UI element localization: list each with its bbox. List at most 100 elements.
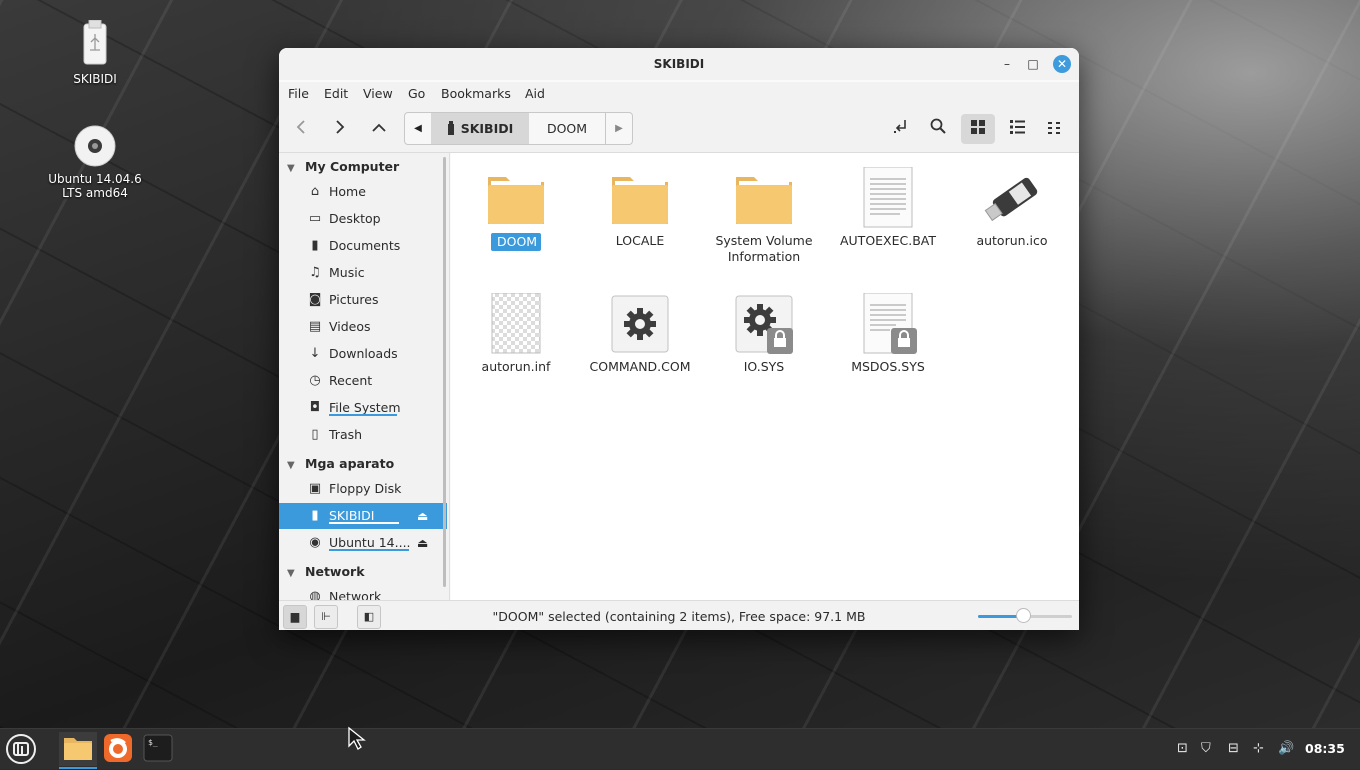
compact-view-button[interactable] xyxy=(1039,114,1071,144)
firefox-icon xyxy=(104,734,132,762)
sidebar-item-label: Videos xyxy=(329,319,371,334)
file-view: DOOM LOCALE System Volume Information AUT… xyxy=(451,153,1079,600)
text-file-icon xyxy=(863,167,913,228)
folder-icon xyxy=(488,177,544,224)
sidebar-section-network[interactable]: ▼ Network xyxy=(287,564,365,579)
toolbar: ◀ SKIBIDI DOOM ▶ xyxy=(279,106,1079,153)
back-button[interactable] xyxy=(285,114,317,144)
sidebar-item-trash[interactable]: ▯ Trash xyxy=(279,422,447,448)
executable-locked-icon xyxy=(735,295,793,354)
sidebar-section-devices[interactable]: ▼ Mga aparato xyxy=(287,456,394,471)
volume-icon[interactable]: 🔊 xyxy=(1278,741,1294,756)
chevron-down-icon: ▼ xyxy=(287,568,295,579)
folder-icon xyxy=(736,177,792,224)
active-indicator xyxy=(59,767,97,769)
sidebar-scrollbar[interactable] xyxy=(443,157,446,587)
usb-drive-icon xyxy=(83,20,107,65)
sidebar-item-recent[interactable]: ◷ Recent xyxy=(279,368,447,394)
executable-gear-icon xyxy=(611,295,669,353)
menu-bookmarks[interactable]: Bookmarks xyxy=(441,86,511,101)
menu-view[interactable]: View xyxy=(363,86,393,101)
menu-icon xyxy=(6,734,36,764)
sidebar-item-music[interactable]: ♫ Music xyxy=(279,260,447,286)
sidebar-item-file-system[interactable]: ◘ File System xyxy=(279,395,447,421)
clock[interactable]: 08:35 xyxy=(1305,741,1345,756)
open-in-terminal-button[interactable] xyxy=(885,114,917,144)
forward-icon xyxy=(336,120,345,134)
sidebar-item-home[interactable]: ⌂ Home xyxy=(279,179,447,205)
sidebar-section-my-computer[interactable]: ▼ My Computer xyxy=(287,159,399,174)
menu-aid[interactable]: Aid xyxy=(525,86,545,101)
taskbar-firefox-button[interactable] xyxy=(99,732,137,766)
sidebar-item-downloads[interactable]: ↓ Downloads xyxy=(279,341,447,367)
optical-disc-icon xyxy=(74,125,116,167)
path-scroll-right-icon[interactable]: ▶ xyxy=(606,113,632,144)
file-name: AUTOEXEC.BAT xyxy=(839,233,937,248)
optical-disc-icon: ◉ xyxy=(309,535,321,550)
keyboard-indicator-icon[interactable]: ⊡ xyxy=(1177,741,1188,756)
shield-icon[interactable]: ⛉ xyxy=(1201,741,1211,756)
taskbar-terminal-button[interactable]: $_ xyxy=(139,732,177,766)
sidebar-item-documents[interactable]: ▮ Documents xyxy=(279,233,447,259)
icon-view-button[interactable] xyxy=(961,114,995,144)
chevron-down-icon: ▼ xyxy=(287,460,295,471)
usage-bar xyxy=(329,549,409,551)
menu-edit[interactable]: Edit xyxy=(324,86,348,101)
sidebar-section-title: Network xyxy=(305,564,365,579)
sidebar-item-ubuntu[interactable]: ◉ Ubuntu 14.... ⏏ xyxy=(279,530,447,556)
path-scroll-left-icon[interactable]: ◀ xyxy=(405,113,432,144)
sidebar-item-label: Trash xyxy=(329,427,363,442)
usage-bar xyxy=(329,414,397,416)
forward-button[interactable] xyxy=(324,114,356,144)
clock-icon: ◷ xyxy=(309,373,321,388)
file-name-line: Information xyxy=(727,249,801,264)
status-bar: ▆ ⊩ ◧ "DOOM" selected (containing 2 item… xyxy=(279,600,1079,630)
desktop-icon-ubuntu[interactable]: Ubuntu 14.04.6 LTS amd64 xyxy=(40,124,150,200)
text-file-locked-icon xyxy=(863,293,917,354)
usb-stick-image-icon xyxy=(984,177,1038,222)
sidebar-item-desktop[interactable]: ▭ Desktop xyxy=(279,206,447,232)
sidebar-item-skibidi[interactable]: ▮ SKIBIDI ⏏ xyxy=(279,503,447,529)
sidebar-item-videos[interactable]: ▤ Videos xyxy=(279,314,447,340)
start-menu-button[interactable] xyxy=(2,732,40,766)
update-manager-icon[interactable]: ⊟ xyxy=(1228,741,1239,756)
list-view-button[interactable] xyxy=(1001,114,1033,144)
path-segment-skibidi[interactable]: SKIBIDI xyxy=(431,113,529,144)
sidebar-item-pictures[interactable]: ◙ Pictures xyxy=(279,287,447,313)
document-icon: ▮ xyxy=(311,238,319,253)
minimize-button[interactable]: – xyxy=(999,56,1015,72)
search-button[interactable] xyxy=(922,114,954,144)
camera-icon: ◙ xyxy=(308,292,322,307)
sidebar-item-label: Ubuntu 14.... xyxy=(329,535,411,550)
up-button[interactable] xyxy=(363,114,395,144)
sidebar-section-title: Mga aparato xyxy=(305,456,395,471)
eject-icon[interactable]: ⏏ xyxy=(417,503,428,529)
file-manager-window: SKIBIDI – □ ✕ File Edit View Go Bookmark… xyxy=(279,48,1079,630)
sidebar-item-floppy-disk[interactable]: ▣ Floppy Disk xyxy=(279,476,447,502)
menu-file[interactable]: File xyxy=(288,86,309,101)
terminal-icon: $_ xyxy=(143,734,173,762)
sidebar-item-label: Network xyxy=(329,589,382,600)
taskbar-files-button[interactable] xyxy=(59,732,97,769)
sidebar-item-label: SKIBIDI xyxy=(329,508,375,523)
zoom-slider[interactable] xyxy=(978,608,1072,623)
maximize-button[interactable]: □ xyxy=(1025,56,1041,72)
home-icon: ⌂ xyxy=(310,184,320,199)
sidebar-item-label: Music xyxy=(329,265,365,280)
list-view-icon xyxy=(1009,120,1025,134)
sidebar-item-label: Documents xyxy=(329,238,401,253)
drive-icon: ◘ xyxy=(309,400,321,415)
path-segment-doom[interactable]: DOOM xyxy=(529,113,606,144)
sidebar-item-network[interactable]: ◍ Network xyxy=(279,584,447,600)
file-name-line: System Volume xyxy=(715,233,813,248)
usb-drive-icon: ▮ xyxy=(311,508,319,523)
icon-view-icon xyxy=(971,120,985,134)
file-name: IO.SYS xyxy=(743,359,785,374)
menu-go[interactable]: Go xyxy=(408,86,425,101)
title-bar[interactable]: SKIBIDI – □ ✕ xyxy=(279,48,1079,80)
close-button[interactable]: ✕ xyxy=(1053,55,1071,73)
eject-icon[interactable]: ⏏ xyxy=(417,530,428,556)
network-icon[interactable]: ⊹ xyxy=(1253,741,1264,756)
open-in-terminal-icon xyxy=(894,120,906,133)
desktop-icon-skibidi[interactable]: SKIBIDI xyxy=(40,20,150,86)
